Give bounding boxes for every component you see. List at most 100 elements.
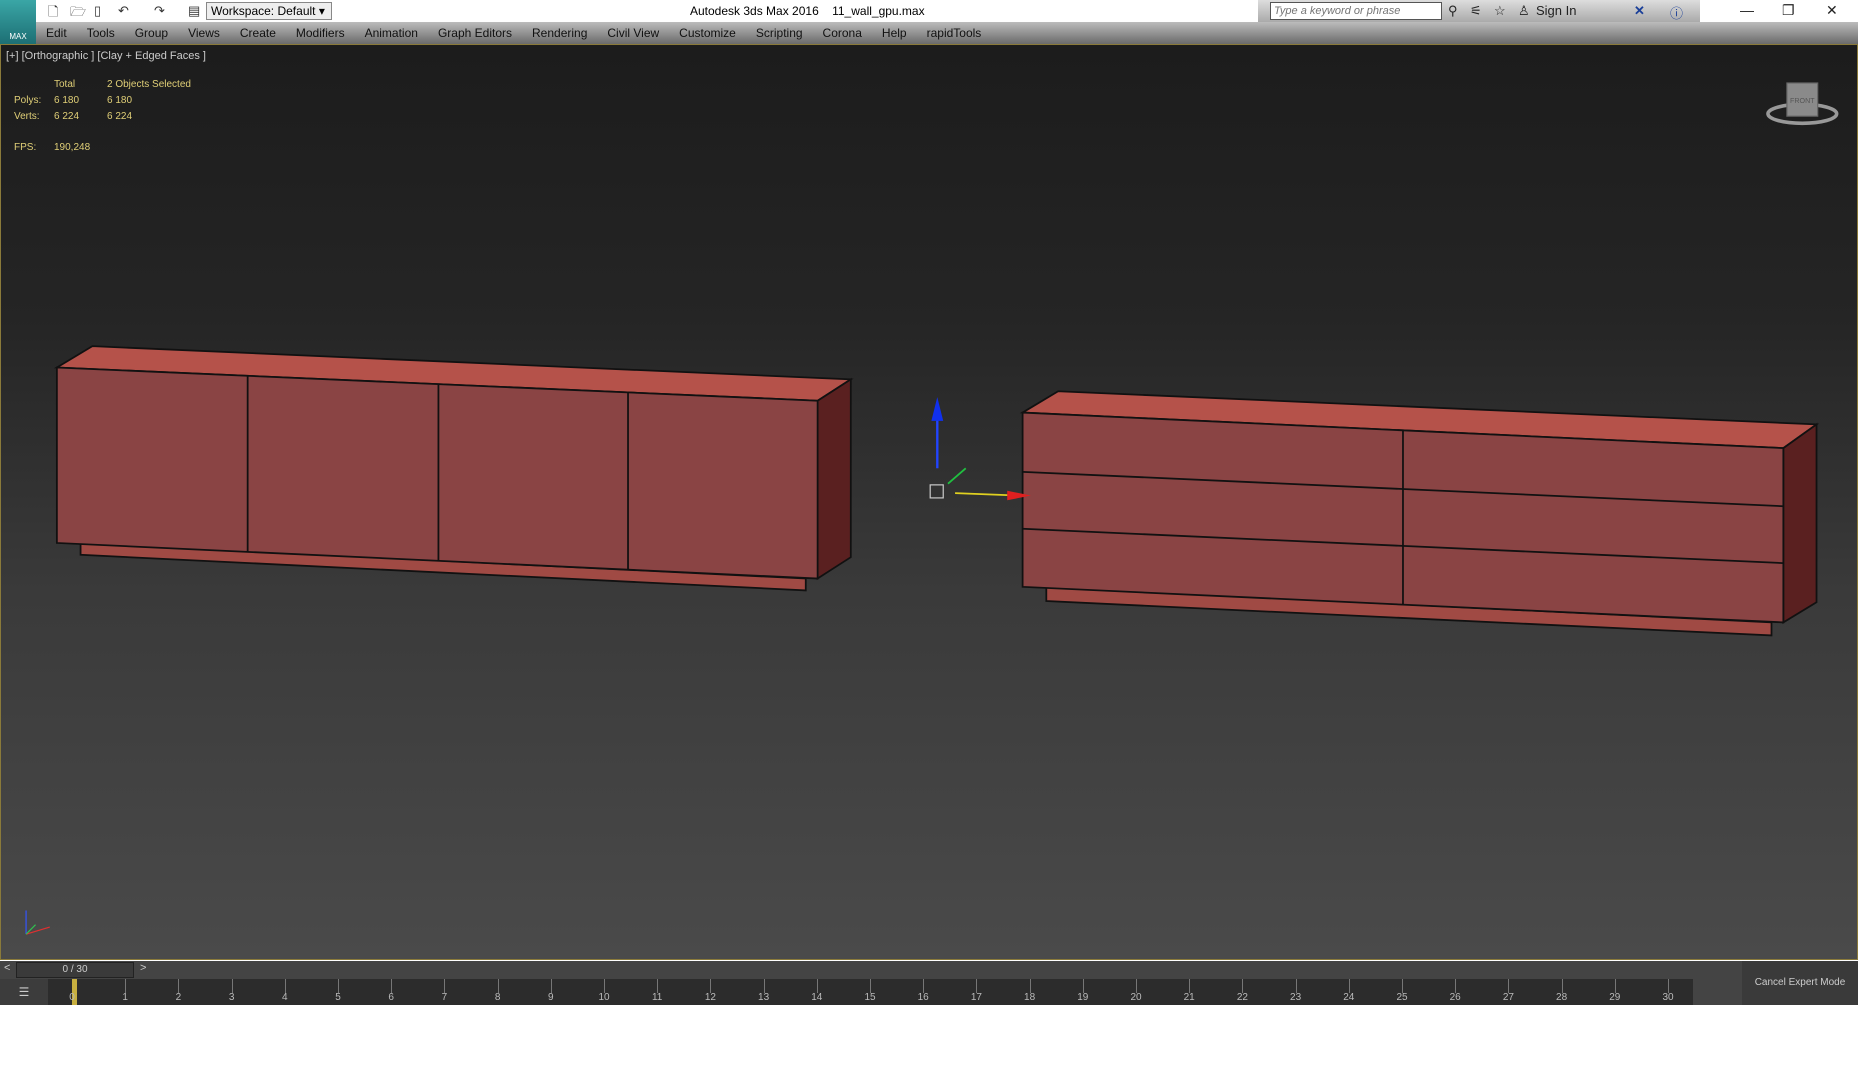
satellite-icon[interactable]: ⚟ xyxy=(1470,3,1482,19)
slider-next-button[interactable]: > xyxy=(140,962,146,974)
track-bar-end xyxy=(1693,979,1742,1005)
timeline-tick xyxy=(976,979,978,993)
timeline-tick-label: 22 xyxy=(1236,992,1248,1003)
cancel-expert-mode-button[interactable]: Cancel Expert Mode xyxy=(1742,961,1858,1005)
timeline-tick-label: 23 xyxy=(1290,992,1302,1003)
timeline-tick-label: 3 xyxy=(228,992,235,1003)
restore-button[interactable]: ❐ xyxy=(1782,2,1795,19)
timeline-tick xyxy=(1561,979,1563,993)
viewport-label[interactable]: [+] [Orthographic ] [Clay + Edged Faces … xyxy=(6,50,206,62)
menu-graph-editors[interactable]: Graph Editors xyxy=(428,26,522,40)
timeline-tick xyxy=(125,979,127,993)
timeline-tick-label: 5 xyxy=(335,992,341,1003)
timeline-tick xyxy=(338,979,339,993)
timeline-tick xyxy=(763,979,765,993)
timeline-tick xyxy=(923,979,925,993)
timeline-tick xyxy=(710,979,712,993)
timeline-tick-label: 17 xyxy=(970,992,982,1003)
save-icon[interactable]: ▯ xyxy=(94,3,101,19)
timeline-tick xyxy=(1668,979,1669,993)
menu-group[interactable]: Group xyxy=(125,26,178,40)
workspace-label: Workspace: Default xyxy=(211,4,316,18)
timeline-tick xyxy=(1082,979,1084,993)
timeline-tick-label: 15 xyxy=(864,992,876,1003)
polys-total: 6 180 xyxy=(54,95,80,106)
timeline-tick-label: 7 xyxy=(441,992,448,1003)
timeline-tick xyxy=(870,979,871,993)
menu-modifiers[interactable]: Modifiers xyxy=(286,26,355,40)
timeline-tick-label: 21 xyxy=(1183,992,1195,1003)
timeline-tick xyxy=(1402,979,1403,993)
menu-help[interactable]: Help xyxy=(872,26,917,40)
timeline-tick-label: 10 xyxy=(598,992,610,1003)
timeline-tick-label: 20 xyxy=(1130,992,1142,1003)
window-title: Autodesk 3ds Max 2016 11_wall_gpu.max xyxy=(690,4,925,18)
undo-icon[interactable]: ↶ xyxy=(118,3,129,19)
timeline-tick-label: 27 xyxy=(1502,992,1514,1003)
timeline-tick-label: 6 xyxy=(388,992,394,1003)
timeline-tick-label: 25 xyxy=(1396,992,1408,1003)
track-bar[interactable]: 0 1 2 3 4 5 6 7 8 9 10 11 12 13 14 15 16 17 18 19 20 21 22 23 24… xyxy=(48,979,1693,1005)
timeline-tick-label: 28 xyxy=(1556,992,1568,1003)
app-menu-button[interactable]: MAX xyxy=(0,0,36,44)
timeline-tick-label: 19 xyxy=(1077,992,1089,1003)
menu-create[interactable]: Create xyxy=(230,26,286,40)
timeline-tick xyxy=(1242,979,1244,993)
menu-rapidtools[interactable]: rapidTools xyxy=(917,26,992,40)
slider-prev-button[interactable]: < xyxy=(4,962,10,974)
user-icon[interactable]: ♙ xyxy=(1518,3,1530,19)
timeline-tick xyxy=(550,979,552,993)
sign-in-button[interactable]: Sign In xyxy=(1536,3,1576,18)
project-folder-icon[interactable]: ▤ xyxy=(188,3,200,19)
stats-selected-header: 2 Objects Selected xyxy=(107,79,191,90)
title-bar: 🗋 🗁 ▯ ↶ ↷ ▤ Workspace: Default ▾ Autodes… xyxy=(0,0,1858,22)
timeline-tick xyxy=(1136,979,1137,993)
time-slider[interactable]: < 0 / 30 > xyxy=(0,961,1858,979)
star-icon[interactable]: ☆ xyxy=(1494,3,1506,19)
stats-total-header: Total xyxy=(54,79,76,90)
timeline-tick-label: 18 xyxy=(1024,992,1036,1003)
menu-rendering[interactable]: Rendering xyxy=(522,26,597,40)
menu-edit[interactable]: Edit xyxy=(36,26,77,40)
polys-selected: 6 180 xyxy=(107,95,133,106)
menu-views[interactable]: Views xyxy=(178,26,230,40)
timeline-tick-label: 13 xyxy=(758,992,770,1003)
trackbar-toggle-icon[interactable]: ☰ xyxy=(0,979,48,1005)
timeline-tick xyxy=(444,979,446,993)
timeline-tick-label: 1 xyxy=(122,992,128,1003)
timeline-tick-label: 26 xyxy=(1449,992,1461,1003)
search-input[interactable] xyxy=(1270,2,1442,20)
menu-animation[interactable]: Animation xyxy=(355,26,428,40)
timeline-tick xyxy=(657,979,659,993)
timeline-tick-label: 8 xyxy=(494,992,501,1003)
binoculars-icon[interactable]: ⚲ xyxy=(1448,3,1458,19)
timeline-tick-label: 14 xyxy=(811,992,823,1003)
app-title: Autodesk 3ds Max 2016 xyxy=(690,4,819,18)
redo-icon[interactable]: ↷ xyxy=(154,3,165,19)
close-button[interactable]: ✕ xyxy=(1826,2,1838,19)
timeline-tick-label: 16 xyxy=(917,992,929,1003)
polys-label: Polys: xyxy=(14,95,42,106)
menu-scripting[interactable]: Scripting xyxy=(746,26,813,40)
timeline-tick-label: 29 xyxy=(1609,992,1621,1003)
viewport-orthographic[interactable]: [+] [Orthographic ] [Clay + Edged Faces … xyxy=(0,44,1858,960)
timeline-tick xyxy=(1508,979,1510,993)
exchange-icon[interactable]: ✕ xyxy=(1634,3,1645,19)
menu-civil-view[interactable]: Civil View xyxy=(597,26,669,40)
menu-customize[interactable]: Customize xyxy=(669,26,746,40)
timeline-tick xyxy=(391,979,393,993)
timeline-tick-label: 12 xyxy=(704,992,716,1003)
minimize-button[interactable]: — xyxy=(1740,2,1754,18)
timeline-tick xyxy=(1295,979,1297,993)
menu-bar: Edit Tools Group Views Create Modifiers Animat… xyxy=(36,22,1858,44)
timeline-tick xyxy=(1189,979,1191,993)
menu-tools[interactable]: Tools xyxy=(77,26,125,40)
menu-corona[interactable]: Corona xyxy=(813,26,872,40)
timeline-tick-label: 24 xyxy=(1343,992,1355,1003)
timeline-tick-label: 9 xyxy=(548,992,554,1003)
workspace-dropdown[interactable]: Workspace: Default ▾ xyxy=(206,2,332,20)
timeline-tick xyxy=(231,979,233,993)
timeline-tick xyxy=(1029,979,1031,993)
time-slider-thumb[interactable]: 0 / 30 xyxy=(16,962,134,978)
help-icon[interactable]: ⓘ xyxy=(1670,3,1683,22)
